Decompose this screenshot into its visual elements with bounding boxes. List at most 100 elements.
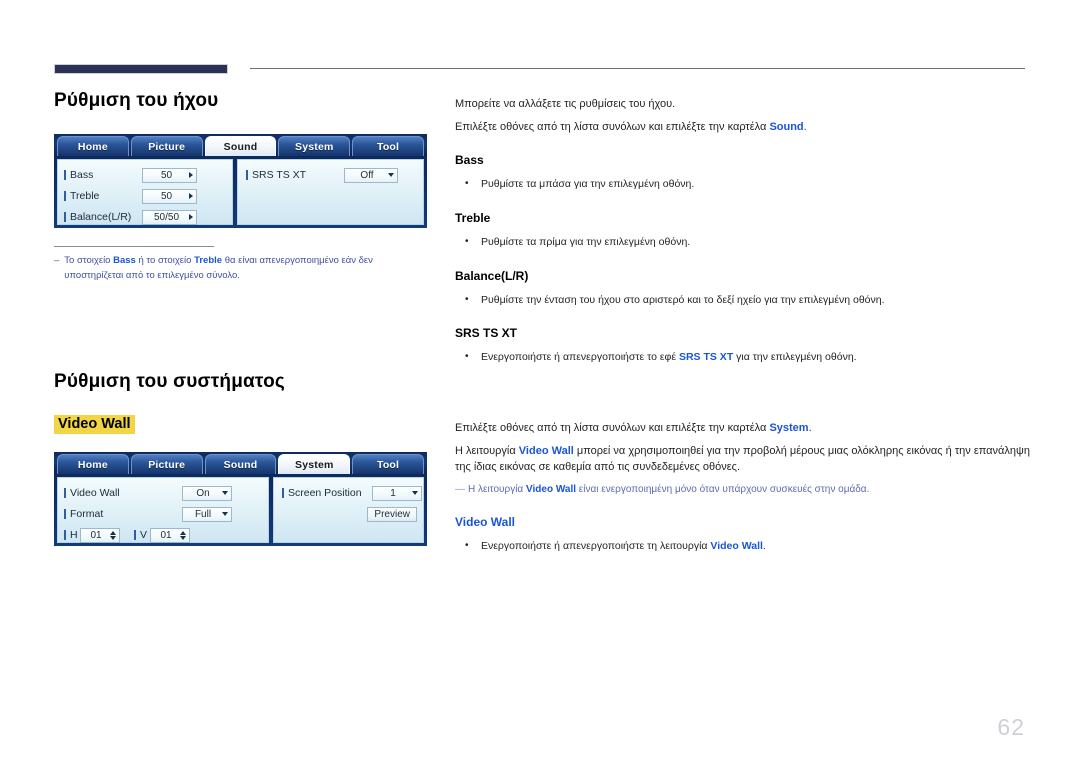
heading-treble: Treble (455, 210, 491, 225)
sound-intro2-term: Sound (769, 120, 804, 133)
tab-sound[interactable]: Sound (204, 136, 277, 156)
osd-body-sound: Bass 50 Treble 50 Balance(L/R) 50/50 SRS… (54, 156, 427, 228)
video-wall-dropdown[interactable]: On (182, 485, 232, 501)
srs-bullet-a: Ενεργοποιήστε ή απενεργοποιήστε το εφέ (481, 351, 679, 364)
tab-sound[interactable]: Sound (204, 454, 277, 475)
tab-system[interactable]: System (278, 454, 351, 475)
srs-value: Off (360, 169, 374, 181)
v-value: 01 (160, 529, 172, 541)
vw-bullet-term: Video Wall (710, 539, 763, 552)
spinner-arrows-icon (180, 530, 186, 541)
srs-dropdown[interactable]: Off (344, 167, 398, 183)
treble-stepper[interactable]: 50 (142, 188, 197, 204)
srs-bullet-b: για την επιλεγμένη οθόνη. (733, 351, 857, 364)
tab-picture[interactable]: Picture (130, 136, 203, 156)
sound-intro2-a: Επιλέξτε οθόνες από τη λίστα συνόλων και… (455, 120, 770, 133)
list-item: Ενεργοποιήστε ή απενεργοποιήστε το εφέ S… (455, 349, 1030, 366)
header-divider-line (250, 68, 1025, 69)
osd-tabbar-system: Home Picture Sound System Tool (54, 452, 427, 475)
system-intro-line-2: Η λειτουργία Video Wall μπορεί να χρησιμ… (455, 443, 1030, 476)
bass-stepper[interactable]: 50 (142, 167, 197, 183)
tab-home[interactable]: Home (57, 136, 129, 156)
heading-srs-ts-xt: SRS TS XT (455, 326, 518, 341)
system-note-b: είναι ενεργοποιημένη μόνο όταν υπάρχουν … (576, 483, 870, 495)
tab-home[interactable]: Home (57, 454, 129, 475)
video-wall-value: On (196, 487, 210, 499)
system-note-a: Η λειτουργία (468, 483, 526, 495)
screen-position-value: 1 (390, 487, 396, 499)
left-column: Ρύθμιση του ήχου Home Picture Sound Syst… (54, 90, 439, 547)
footnote-part2: ή το στοιχείο (135, 255, 195, 266)
chevron-down-icon (412, 491, 418, 496)
footnote-part1: Το στοιχείο (64, 255, 114, 266)
srs-label: SRS TS XT (246, 169, 344, 181)
tab-tool[interactable]: Tool (352, 136, 424, 156)
sound-right-pane: SRS TS XT Off (237, 159, 424, 225)
chevron-right-icon (189, 193, 193, 199)
heading-video-wall: Video Wall (455, 514, 516, 529)
sound-left-pane: Bass 50 Treble 50 Balance(L/R) 50/50 (57, 159, 233, 225)
page-title-system: Ρύθμιση του συστήματος (54, 371, 285, 393)
system-note-term: Video Wall (526, 483, 577, 495)
row-treble: Treble 50 (64, 187, 232, 205)
system-right-pane: Screen Position 1 Preview (273, 477, 424, 544)
list-item: Ρυθμίστε τα μπάσα για την επιλεγμένη οθό… (455, 176, 1030, 193)
vw-bullet-b: . (762, 539, 766, 552)
sound-intro-line-1: Μπορείτε να αλλάξετε τις ρυθμίσεις του ή… (455, 98, 676, 110)
heading-bass: Bass (455, 153, 484, 167)
system-intro1-a: Επιλέξτε οθόνες από τη λίστα συνόλων και… (455, 422, 770, 434)
h-label: H (64, 529, 80, 541)
system-note: — Η λειτουργία Video Wall είναι ενεργοπο… (455, 482, 1030, 497)
heading-balance: Balance(L/R) (455, 268, 529, 283)
srs-bullet-term: SRS TS XT (678, 351, 734, 364)
balance-label: Balance(L/R) (64, 211, 142, 223)
page-number: 62 (997, 714, 1025, 740)
footnote-rule (54, 246, 214, 247)
footnote-dash: – (54, 255, 60, 266)
sound-intro-line-2: Επιλέξτε οθόνες από τη λίστα συνόλων και… (455, 119, 1030, 136)
system-intro2-a: Η λειτουργία (455, 444, 519, 457)
system-left-pane: Video Wall On Format Full H 01 V 01 (57, 477, 269, 544)
sound-footnote: – Το στοιχείο Bass ή το στοιχείο Treble … (54, 246, 384, 283)
header-accent-block (54, 64, 228, 74)
row-format: Format Full (64, 505, 268, 523)
bullets-video-wall: Ενεργοποιήστε ή απενεργοποιήστε τη λειτο… (455, 538, 1030, 555)
osd-panel-sound: Home Picture Sound System Tool Bass 50 T… (54, 134, 427, 228)
chevron-down-icon (222, 512, 228, 517)
format-dropdown[interactable]: Full (182, 506, 232, 522)
footnote-term-treble: Treble (194, 255, 223, 266)
tab-tool[interactable]: Tool (352, 454, 424, 475)
treble-value: 50 (160, 190, 173, 202)
footnote-text: – Το στοιχείο Bass ή το στοιχείο Treble … (54, 254, 384, 283)
bullets-treble: Ρυθμίστε τα πρίμα για την επιλεγμένη οθό… (455, 234, 1030, 251)
row-bass: Bass 50 (64, 166, 232, 184)
row-video-wall: Video Wall On (64, 484, 268, 502)
vw-bullet-a: Ενεργοποιήστε ή απενεργοποιήστε τη λειτο… (481, 539, 711, 552)
system-intro-line-1: Επιλέξτε οθόνες από τη λίστα συνόλων και… (455, 420, 1030, 437)
v-spinner[interactable]: 01 (150, 527, 190, 543)
bass-label: Bass (64, 169, 142, 181)
chevron-down-icon (388, 173, 394, 177)
row-screen-position: Screen Position 1 (282, 484, 423, 502)
screen-position-dropdown[interactable]: 1 (372, 485, 422, 501)
tab-system[interactable]: System (278, 136, 351, 156)
bullets-srs: Ενεργοποιήστε ή απενεργοποιήστε το εφέ S… (455, 349, 1030, 366)
system-intro2-term: Video Wall (518, 444, 574, 457)
screen-position-label: Screen Position (282, 487, 372, 499)
bullets-bass: Ρυθμίστε τα μπάσα για την επιλεγμένη οθό… (455, 176, 1030, 193)
page-header-rule (0, 0, 1080, 80)
preview-button[interactable]: Preview (367, 506, 417, 522)
treble-label: Treble (64, 190, 142, 202)
bullets-balance: Ρυθμίστε την ένταση του ήχου στο αριστερ… (455, 292, 1030, 309)
osd-tabbar-sound: Home Picture Sound System Tool (54, 134, 427, 156)
h-value: 01 (90, 529, 102, 541)
list-item: Ενεργοποιήστε ή απενεργοποιήστε τη λειτο… (455, 538, 1030, 555)
h-spinner[interactable]: 01 (80, 527, 120, 543)
balance-stepper[interactable]: 50/50 (142, 209, 197, 225)
chevron-right-icon (189, 214, 193, 220)
tab-picture[interactable]: Picture (130, 454, 203, 475)
chevron-right-icon (189, 172, 193, 178)
row-balance: Balance(L/R) 50/50 (64, 208, 232, 226)
bass-value: 50 (160, 169, 173, 181)
osd-panel-system: Home Picture Sound System Tool Video Wal… (54, 452, 427, 547)
